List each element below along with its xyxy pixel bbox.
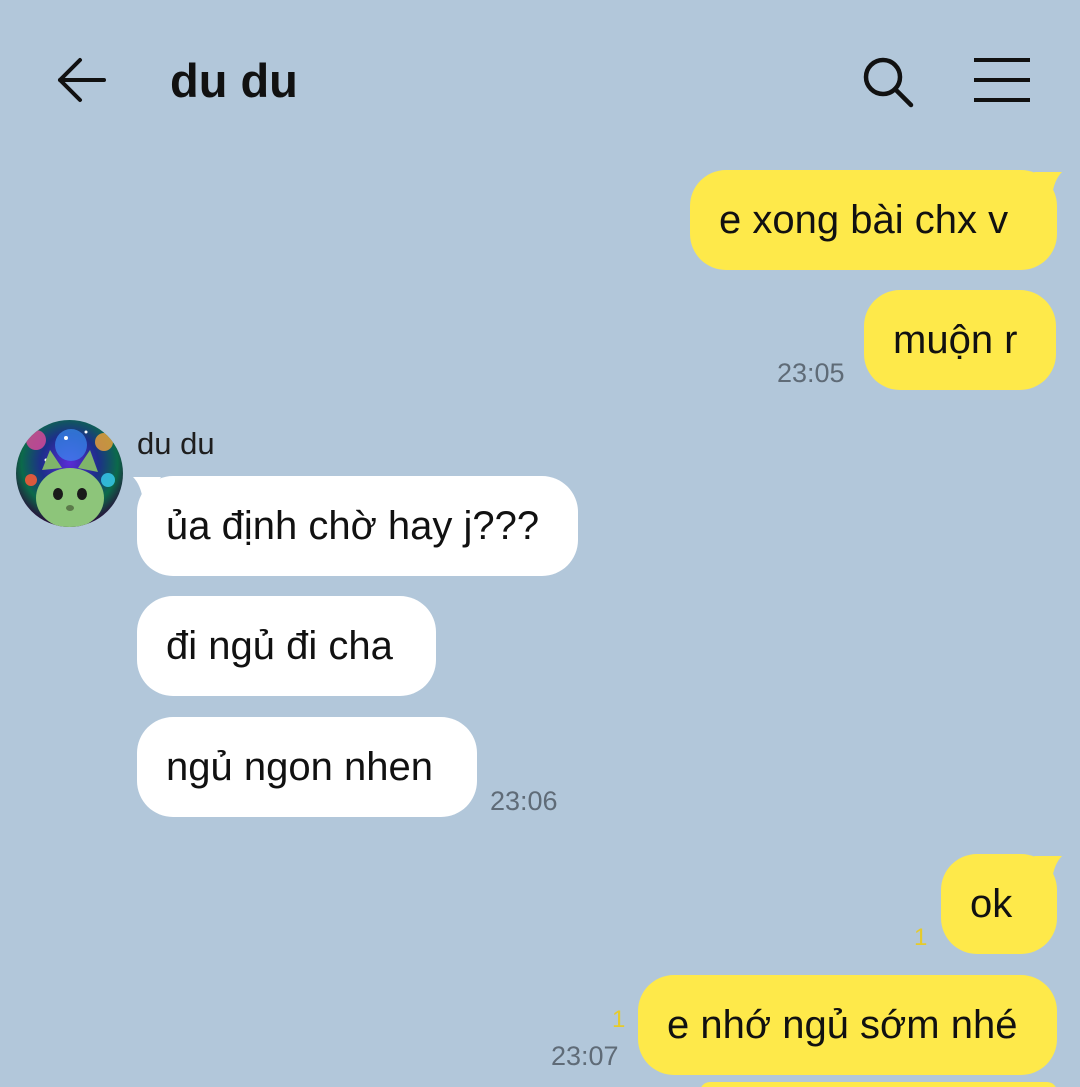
hamburger-menu-icon — [974, 58, 1030, 102]
bubble-tail — [133, 477, 161, 501]
chat-header: du du — [0, 0, 1080, 160]
message-time: 23:05 — [777, 358, 845, 388]
arrow-left-icon — [58, 58, 106, 102]
message-bubble-incoming[interactable]: ủa định chờ hay j??? — [137, 476, 578, 576]
message-time: 23:07 — [551, 1041, 619, 1071]
message-bubble-outgoing[interactable]: e nhớ ngủ sớm nhé — [638, 975, 1057, 1075]
bubble-tail — [1034, 172, 1062, 196]
chat-title: du du — [170, 54, 298, 107]
sender-name: du du — [137, 426, 215, 461]
message-bubble-incoming[interactable]: ngủ ngon nhen — [137, 717, 477, 817]
message-text: đi ngủ đi cha — [166, 624, 393, 668]
cat-avatar-image — [16, 420, 123, 527]
search-button[interactable] — [858, 52, 918, 112]
message-text: e nhớ ngủ sớm nhé — [667, 1003, 1018, 1047]
message-bubble-outgoing-partial — [700, 1082, 1057, 1087]
message-text: ủa định chờ hay j??? — [166, 504, 540, 548]
message-bubble-incoming[interactable]: đi ngủ đi cha — [137, 596, 436, 696]
search-icon — [863, 57, 914, 108]
message-time: 23:06 — [490, 786, 558, 816]
chat-screen: du du e xong bài chx v muộn r 23:05 du d… — [0, 0, 1080, 1087]
back-button[interactable] — [52, 50, 112, 110]
bubble-tail — [1034, 856, 1062, 880]
message-bubble-outgoing[interactable]: e xong bài chx v — [690, 170, 1057, 270]
message-text: ok — [970, 882, 1013, 926]
contact-avatar[interactable] — [16, 420, 123, 527]
message-text: muộn r — [893, 318, 1018, 362]
message-text: e xong bài chx v — [719, 198, 1009, 242]
message-bubble-outgoing[interactable]: muộn r — [864, 290, 1056, 390]
message-text: ngủ ngon nhen — [166, 745, 433, 789]
menu-button[interactable] — [970, 52, 1034, 108]
unread-count: 1 — [612, 1006, 626, 1033]
unread-count: 1 — [914, 924, 928, 951]
